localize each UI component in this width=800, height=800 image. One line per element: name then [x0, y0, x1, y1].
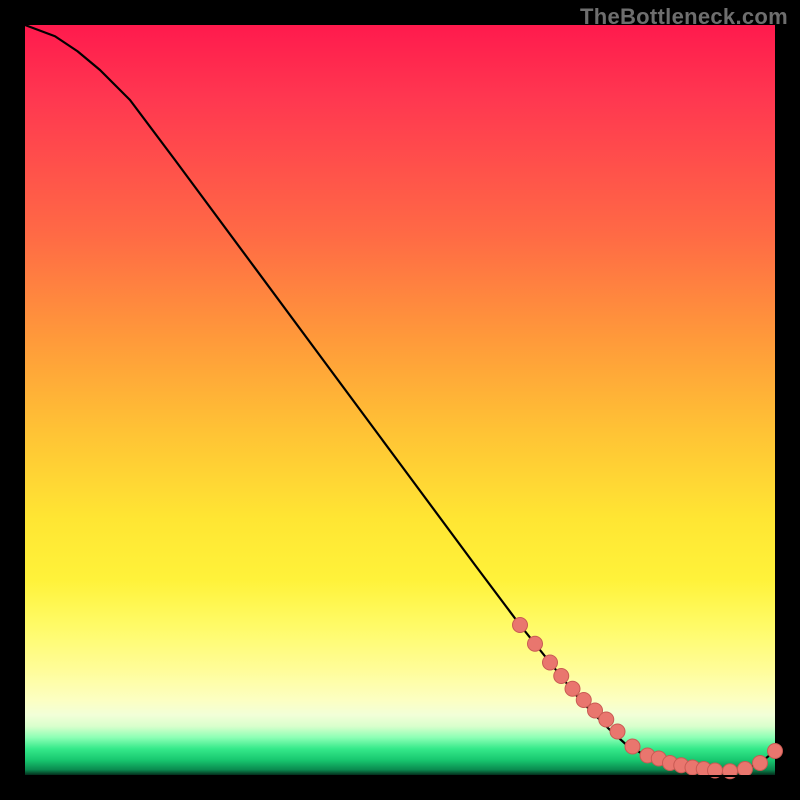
watermark-text: TheBottleneck.com	[580, 4, 788, 30]
chart-stage: TheBottleneck.com	[0, 0, 800, 800]
curve-layer	[25, 25, 775, 775]
bottleneck-curve	[25, 25, 775, 771]
curve-markers	[513, 618, 783, 779]
curve-marker	[513, 618, 528, 633]
curve-marker	[599, 712, 614, 727]
curve-marker	[565, 681, 580, 696]
curve-marker	[625, 739, 640, 754]
curve-marker	[768, 744, 783, 759]
curve-marker	[753, 756, 768, 771]
curve-marker	[610, 724, 625, 739]
curve-marker	[528, 636, 543, 651]
curve-marker	[543, 655, 558, 670]
x-axis	[25, 775, 775, 777]
curve-marker	[554, 669, 569, 684]
y-axis	[23, 25, 25, 775]
